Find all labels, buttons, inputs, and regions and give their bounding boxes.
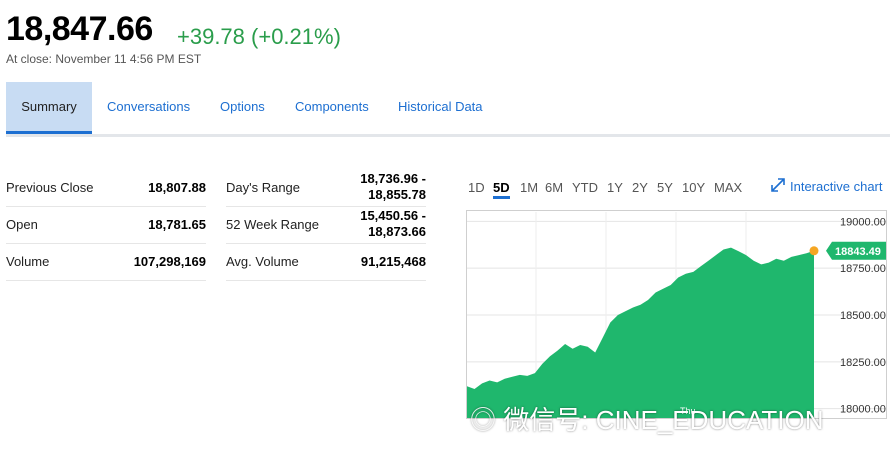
range-high: 18,855.78	[368, 187, 426, 202]
stat-label: Previous Close	[6, 180, 94, 195]
stat-row: Avg. Volume 91,215,468	[226, 244, 426, 281]
stat-row: Volume 107,298,169	[6, 244, 206, 281]
close-time: At close: November 11 4:56 PM EST	[6, 52, 202, 66]
stat-value: 91,215,468	[360, 254, 426, 269]
range-2y[interactable]: 2Y	[632, 180, 648, 195]
tab-historical-data[interactable]: Historical Data	[398, 82, 483, 134]
stat-value: 18,736.96 -18,855.78	[360, 171, 426, 203]
range-5y[interactable]: 5Y	[657, 180, 673, 195]
price-change: +39.78 (+0.21%)	[177, 24, 341, 49]
y-tick-label: 18000.00	[840, 404, 886, 416]
stat-label: Day's Range	[226, 180, 301, 195]
interactive-chart-label: Interactive chart	[790, 179, 883, 194]
interactive-chart-link[interactable]: Interactive chart	[770, 177, 883, 194]
wechat-icon: ◎	[470, 405, 497, 435]
range-1y[interactable]: 1Y	[607, 180, 623, 195]
watermark-text: 微信号: CINE_EDUCATION	[503, 405, 824, 435]
expand-icon	[771, 178, 785, 192]
range-1d[interactable]: 1D	[468, 180, 485, 195]
range-ytd[interactable]: YTD	[572, 180, 598, 195]
current-value-label: 18843.49	[835, 246, 881, 258]
tab-summary[interactable]: Summary	[6, 82, 92, 134]
range-low: 15,450.56 -	[360, 208, 426, 223]
price-chart: 19000.00 18750.00 18500.00 18250.00 18000.00…	[466, 210, 887, 419]
stat-row: Day's Range 18,736.96 -18,855.78	[226, 170, 426, 207]
tab-conversations[interactable]: Conversations	[107, 82, 190, 134]
range-5d[interactable]: 5D	[493, 180, 510, 199]
current-point	[809, 246, 819, 256]
tab-options[interactable]: Options	[220, 82, 265, 134]
stat-row: 52 Week Range 15,450.56 -18,873.66	[226, 207, 426, 244]
stats-table-left: Previous Close 18,807.88 Open 18,781.65 …	[6, 170, 206, 281]
range-6m[interactable]: 6M	[545, 180, 563, 195]
stat-row: Open 18,781.65	[6, 207, 206, 244]
wechat-watermark: ◎ 微信号: CINE_EDUCATION	[470, 400, 823, 437]
stat-label: Open	[6, 217, 38, 232]
stat-value: 18,781.65	[148, 217, 206, 232]
y-tick-label: 18750.00	[840, 263, 886, 275]
index-price: 18,847.66	[6, 10, 153, 48]
stats-table-right: Day's Range 18,736.96 -18,855.78 52 Week…	[226, 170, 426, 281]
stat-label: Volume	[6, 254, 50, 269]
stat-value: 107,298,169	[133, 254, 206, 269]
range-1m[interactable]: 1M	[520, 180, 538, 195]
stat-value: 18,807.88	[148, 180, 206, 195]
range-10y[interactable]: 10Y	[682, 180, 705, 195]
y-tick-label: 18500.00	[840, 310, 886, 322]
stat-label: 52 Week Range	[226, 217, 319, 232]
stat-row: Previous Close 18,807.88	[6, 170, 206, 207]
range-low: 18,736.96 -	[360, 171, 426, 186]
tab-components[interactable]: Components	[295, 82, 369, 134]
range-high: 18,873.66	[368, 224, 426, 239]
y-tick-label: 18250.00	[840, 357, 886, 369]
quote-tabs: Summary Conversations Options Components…	[6, 82, 890, 137]
y-tick-label: 19000.00	[840, 216, 886, 228]
stat-value: 15,450.56 -18,873.66	[360, 208, 426, 240]
range-max[interactable]: MAX	[714, 180, 742, 195]
stat-label: Avg. Volume	[226, 254, 299, 269]
